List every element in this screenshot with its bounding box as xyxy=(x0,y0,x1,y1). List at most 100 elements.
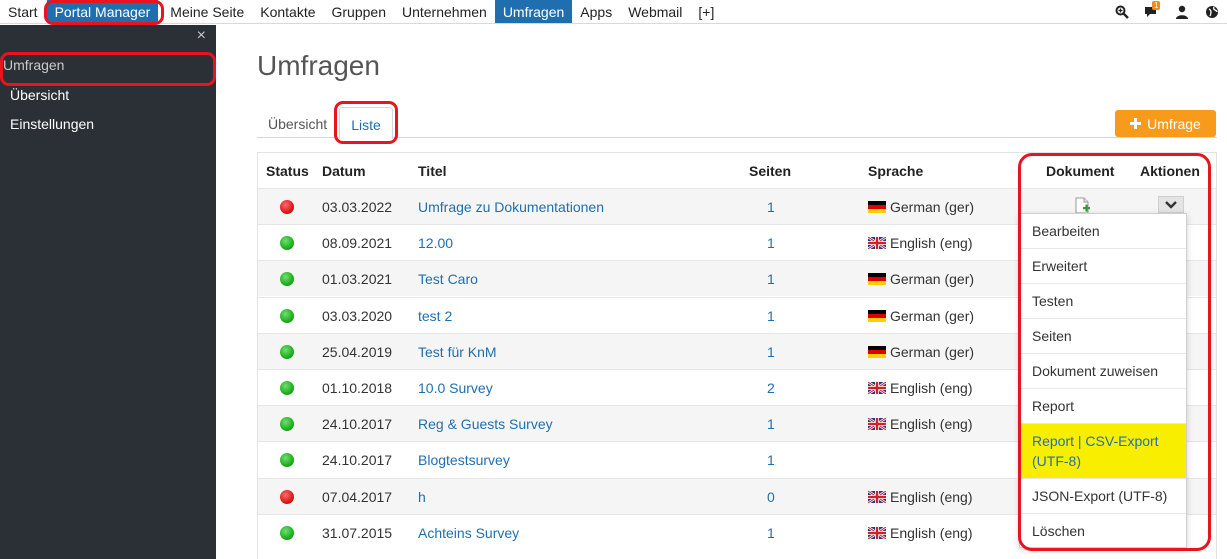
cell-sprache: German (ger) xyxy=(868,189,974,225)
cell-titel-link[interactable]: test 2 xyxy=(418,298,452,334)
tab-bar: Übersicht Liste xyxy=(257,107,1217,139)
uk-flag-icon xyxy=(868,418,886,431)
sidebar-section-title[interactable]: Umfragen xyxy=(3,57,64,73)
cell-seiten-link[interactable]: 1 xyxy=(767,225,775,261)
cell-sprache: English (eng) xyxy=(868,370,973,406)
menu-item-seiten[interactable]: Seiten xyxy=(1020,319,1186,354)
menu-item-testen[interactable]: Testen xyxy=(1020,284,1186,319)
menu-item-report-csv-export[interactable]: Report | CSV-Export (UTF-8) xyxy=(1020,424,1186,479)
actions-dropdown: Bearbeiten Erweitert Testen Seiten Dokum… xyxy=(1019,213,1187,548)
status-active-icon xyxy=(280,344,294,359)
user-icon[interactable] xyxy=(1167,0,1197,24)
menu-item-erweitert[interactable]: Erweitert xyxy=(1020,249,1186,284)
page-title: Umfragen xyxy=(257,50,380,81)
cell-seiten-link[interactable]: 1 xyxy=(767,442,775,478)
cell-seiten-link[interactable]: 1 xyxy=(767,189,775,225)
globe-icon[interactable] xyxy=(1197,0,1227,24)
cell-datum: 07.04.2017 xyxy=(322,488,393,505)
cell-sprache-label: German (ger) xyxy=(890,307,975,324)
cell-titel-link[interactable]: h xyxy=(418,479,426,515)
plus-icon xyxy=(1130,118,1142,129)
menu-item-loeschen[interactable]: Löschen xyxy=(1020,514,1186,548)
german-flag-icon xyxy=(868,345,886,358)
status-active-icon xyxy=(280,381,294,395)
menu-item-json-export[interactable]: JSON-Export (UTF-8) xyxy=(1020,479,1186,514)
cell-sprache: English (eng) xyxy=(868,225,973,261)
cell-sprache-label: English (eng) xyxy=(890,416,973,433)
cell-seiten-link[interactable]: 0 xyxy=(767,479,775,515)
nav-apps[interactable]: Apps xyxy=(572,0,620,23)
uk-flag-icon xyxy=(868,490,886,503)
header-sprache[interactable]: Sprache xyxy=(868,163,923,179)
cell-sprache: German (ger) xyxy=(868,334,974,370)
cell-datum: 24.10.2017 xyxy=(322,416,393,433)
cell-seiten-link[interactable]: 1 xyxy=(767,298,775,334)
header-seiten[interactable]: Seiten xyxy=(749,163,791,179)
uk-flag-icon xyxy=(868,382,886,394)
german-flag-icon xyxy=(868,309,886,322)
german-flag-icon xyxy=(868,201,886,213)
cell-titel-link[interactable]: Test für KnM xyxy=(418,334,497,370)
uk-flag-icon xyxy=(868,526,886,539)
cell-sprache: German (ger) xyxy=(868,298,974,334)
status-active-icon xyxy=(280,272,294,287)
cell-seiten-link[interactable]: 1 xyxy=(767,515,775,551)
status-active-icon xyxy=(280,417,294,432)
close-icon[interactable]: × xyxy=(197,27,206,45)
cell-titel-link[interactable]: 10.0 Survey xyxy=(418,370,493,406)
status-active-icon xyxy=(280,308,294,323)
cell-titel-link[interactable]: Umfrage zu Dokumentationen xyxy=(418,189,604,225)
status-active-icon xyxy=(280,453,294,468)
cell-datum: 01.10.2018 xyxy=(322,380,393,396)
nav-gruppen[interactable]: Gruppen xyxy=(324,0,394,23)
menu-item-bearbeiten[interactable]: Bearbeiten xyxy=(1020,214,1186,249)
cell-titel-link[interactable]: Test Caro xyxy=(418,261,478,297)
cell-titel-link[interactable]: 12.00 xyxy=(418,225,453,261)
header-aktionen: Aktionen xyxy=(1140,163,1200,179)
nav-portal-manager[interactable]: Portal Manager xyxy=(46,0,159,23)
menu-item-report[interactable]: Report xyxy=(1020,389,1186,424)
cell-sprache-label: English (eng) xyxy=(890,488,973,505)
header-titel[interactable]: Titel xyxy=(418,163,447,179)
nav-start[interactable]: Start xyxy=(0,0,46,23)
header-datum[interactable]: Datum xyxy=(322,163,366,179)
cell-datum: 08.09.2021 xyxy=(322,235,393,252)
search-zoom-icon[interactable] xyxy=(1107,0,1137,24)
status-active-icon xyxy=(280,525,294,540)
status-active-icon xyxy=(280,236,294,251)
tab-liste[interactable]: Liste xyxy=(339,107,393,139)
header-dokument: Dokument xyxy=(1046,163,1115,179)
cell-titel-link[interactable]: Blogtestsurvey xyxy=(418,442,510,478)
header-status[interactable]: Status xyxy=(266,163,309,179)
menu-item-dokument-zuweisen[interactable]: Dokument zuweisen xyxy=(1020,354,1186,389)
nav-add-more[interactable]: [+] xyxy=(690,0,722,23)
nav-kontakte[interactable]: Kontakte xyxy=(252,0,323,23)
cell-sprache-label: English (eng) xyxy=(890,235,973,252)
cell-datum: 31.07.2015 xyxy=(322,524,393,541)
cell-sprache: English (eng) xyxy=(868,479,973,515)
top-navigation: Start Portal Manager Meine Seite Kontakt… xyxy=(0,0,1227,24)
status-inactive-icon xyxy=(280,200,294,214)
cell-datum: 03.03.2022 xyxy=(322,199,393,215)
uk-flag-icon xyxy=(868,237,886,250)
actions-toggle-button[interactable] xyxy=(1158,196,1184,213)
cell-datum: 03.03.2020 xyxy=(322,307,393,324)
cell-datum: 25.04.2019 xyxy=(322,343,393,360)
cell-titel-link[interactable]: Achteins Survey xyxy=(418,515,519,551)
cell-seiten-link[interactable]: 1 xyxy=(767,261,775,297)
sidebar-item-uebersicht[interactable]: Übersicht xyxy=(10,87,69,103)
nav-unternehmen[interactable]: Unternehmen xyxy=(394,0,495,23)
cell-sprache: English (eng) xyxy=(868,406,973,442)
nav-webmail[interactable]: Webmail xyxy=(620,0,690,23)
nav-umfragen[interactable]: Umfragen xyxy=(494,0,573,23)
add-survey-button[interactable]: Umfrage xyxy=(1115,110,1216,137)
nav-meine-seite[interactable]: Meine Seite xyxy=(162,0,252,23)
cell-seiten-link[interactable]: 2 xyxy=(767,370,775,406)
cell-seiten-link[interactable]: 1 xyxy=(767,406,775,442)
tab-uebersicht[interactable]: Übersicht xyxy=(268,107,327,138)
cell-titel-link[interactable]: Reg & Guests Survey xyxy=(418,406,553,442)
sidebar-item-einstellungen[interactable]: Einstellungen xyxy=(10,116,94,132)
cell-seiten-link[interactable]: 1 xyxy=(767,334,775,370)
cell-sprache-label: German (ger) xyxy=(890,271,975,288)
chat-icon[interactable]: 1 xyxy=(1137,0,1167,24)
